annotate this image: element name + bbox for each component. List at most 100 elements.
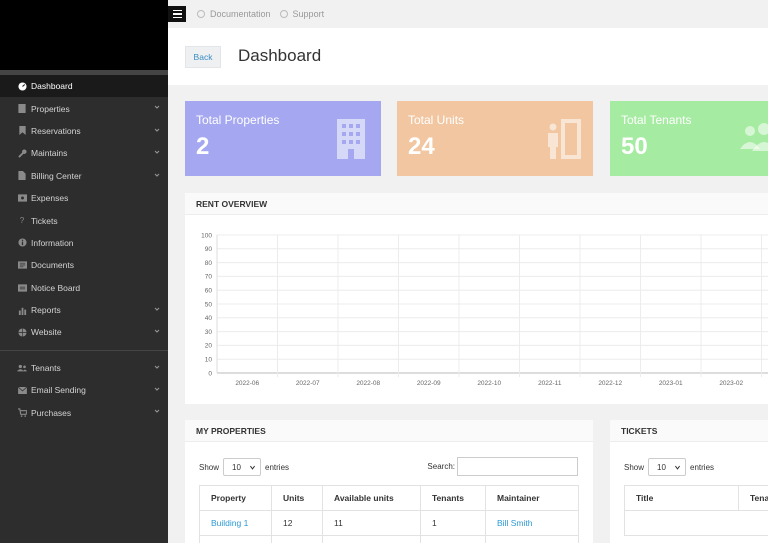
users-icon [740,123,768,151]
column-header[interactable]: Units [271,485,323,511]
column-header[interactable]: Tena [738,485,768,511]
table-header-row: Title Tena [624,485,768,511]
sidebar-item-label: Properties [31,103,70,114]
hamburger-line [172,13,182,15]
chevron-down-icon [154,173,160,177]
sidebar-item-purchases[interactable]: Purchases [0,401,168,423]
column-header[interactable]: Available units [322,485,421,511]
column-header[interactable]: Title [624,485,739,511]
sidebar-item-label: Purchases [31,407,72,418]
chevron-down-icon [154,106,160,110]
menu-toggle-button[interactable] [168,6,186,22]
sidebar-item-tickets[interactable]: ? Tickets [0,209,168,231]
building-icon [337,119,365,159]
table-cell [271,535,323,543]
column-header[interactable]: Tenants [420,485,486,511]
globe-icon [17,327,27,337]
sidebar-item-information[interactable]: Information [0,232,168,254]
y-tick-label: 100 [201,232,212,239]
x-tick-label: 2022-12 [598,380,622,387]
search-input[interactable] [457,457,578,476]
y-tick-label: 80 [205,260,213,267]
back-button[interactable]: Back [185,46,221,68]
column-header[interactable]: Maintainer [485,485,579,511]
stat-card-units: Total Units 24 [397,101,593,176]
tickets-panel: TICKETS Show 10 entries Title Tena N [610,420,768,543]
chevron-down-icon [154,150,160,154]
money-icon [17,193,27,203]
entries-length-control: Show 10 entries [199,458,289,476]
chevron-down-icon [250,465,256,470]
entries-label: entries [265,462,290,472]
entries-select[interactable]: 10 [648,458,687,476]
sidebar-item-reservations[interactable]: Reservations [0,120,168,142]
x-tick-label: 2022-09 [417,380,441,387]
chevron-down-icon [154,128,160,132]
info-icon [17,238,27,248]
sidebar-menu-secondary: Tenants Email Sending Purchases [0,357,168,424]
sidebar-item-label: Website [31,327,62,338]
y-tick-label: 0 [208,370,212,377]
my-properties-panel: MY PROPERTIES Show 10 entries Search: Pr… [185,420,593,543]
sidebar-item-notice-board[interactable]: Notice Board [0,277,168,299]
table-cell: 11 [322,510,421,536]
sidebar-item-label: Tickets [31,215,58,226]
page-header: Back Dashboard [168,28,768,85]
notice-icon [17,283,27,293]
y-tick-label: 10 [205,357,213,364]
question-circle-icon [197,10,205,18]
table-row [199,535,579,543]
x-tick-label: 2023-01 [659,380,683,387]
documentation-link[interactable]: Documentation [197,9,271,19]
table-cell: 12 [271,510,323,536]
sidebar-item-expenses[interactable]: Expenses [0,187,168,209]
sidebar-item-documents[interactable]: Documents [0,254,168,276]
sidebar-item-label: Notice Board [31,282,81,293]
sidebar-item-tenants[interactable]: Tenants [0,357,168,379]
x-tick-label: 2022-06 [235,380,259,387]
maintainer-link[interactable]: Bill Smith [485,510,579,536]
chevron-down-icon [675,465,681,470]
table-header-row: Property Units Available units Tenants M… [199,485,579,511]
hamburger-line [172,9,182,12]
support-circle-icon [279,10,288,18]
building-icon [17,104,27,114]
chevron-down-icon [154,329,160,334]
stat-card-properties: Total Properties 2 [185,101,381,176]
properties-table: Property Units Available units Tenants M… [199,485,579,543]
sidebar-item-reports[interactable]: Reports [0,299,168,321]
support-link[interactable]: Support [279,9,325,19]
sidebar-item-label: Documents [31,260,74,271]
y-tick-label: 20 [205,343,213,350]
table-cell: 1 [420,510,486,536]
table-cell [485,535,579,543]
rent-overview-chart: 0 10 20 30 40 50 60 70 80 90 100 2022-06 2022-07 2022… [201,232,768,387]
y-tick-label: 50 [205,301,213,308]
property-link[interactable]: Building 1 [199,510,272,536]
support-link-label: Support [292,9,325,19]
sidebar-item-label: Email Sending [31,385,86,396]
envelope-icon [17,385,27,395]
entries-select[interactable]: 10 [223,458,262,476]
stat-card-tenants: Total Tenants 50 [610,101,768,176]
sidebar-item-label: Maintains [31,148,68,159]
sidebar-item-billing-center[interactable]: Billing Center [0,165,168,187]
sidebar-item-label: Reports [31,305,61,316]
table-cell [420,535,486,543]
stat-label: Total Units [408,113,465,127]
stat-label: Total Tenants [621,113,692,127]
column-header[interactable]: Property [199,485,272,511]
sidebar-item-email-sending[interactable]: Email Sending [0,379,168,401]
sidebar-item-dashboard[interactable]: Dashboard [0,75,168,98]
x-tick-label: 2022-10 [477,380,501,387]
sidebar: Dashboard Properties Reservations Mainta… [0,0,168,543]
table-cell [322,535,421,543]
sidebar-divider [0,349,168,351]
sidebar-item-website[interactable]: Website [0,321,168,343]
table-row: N [624,510,768,536]
panel-title: RENT OVERVIEW [185,193,768,215]
sidebar-item-properties[interactable]: Properties [0,97,168,119]
topbar: Documentation Support [168,0,768,28]
sidebar-item-maintains[interactable]: Maintains [0,142,168,164]
question-icon: ? [19,216,25,226]
